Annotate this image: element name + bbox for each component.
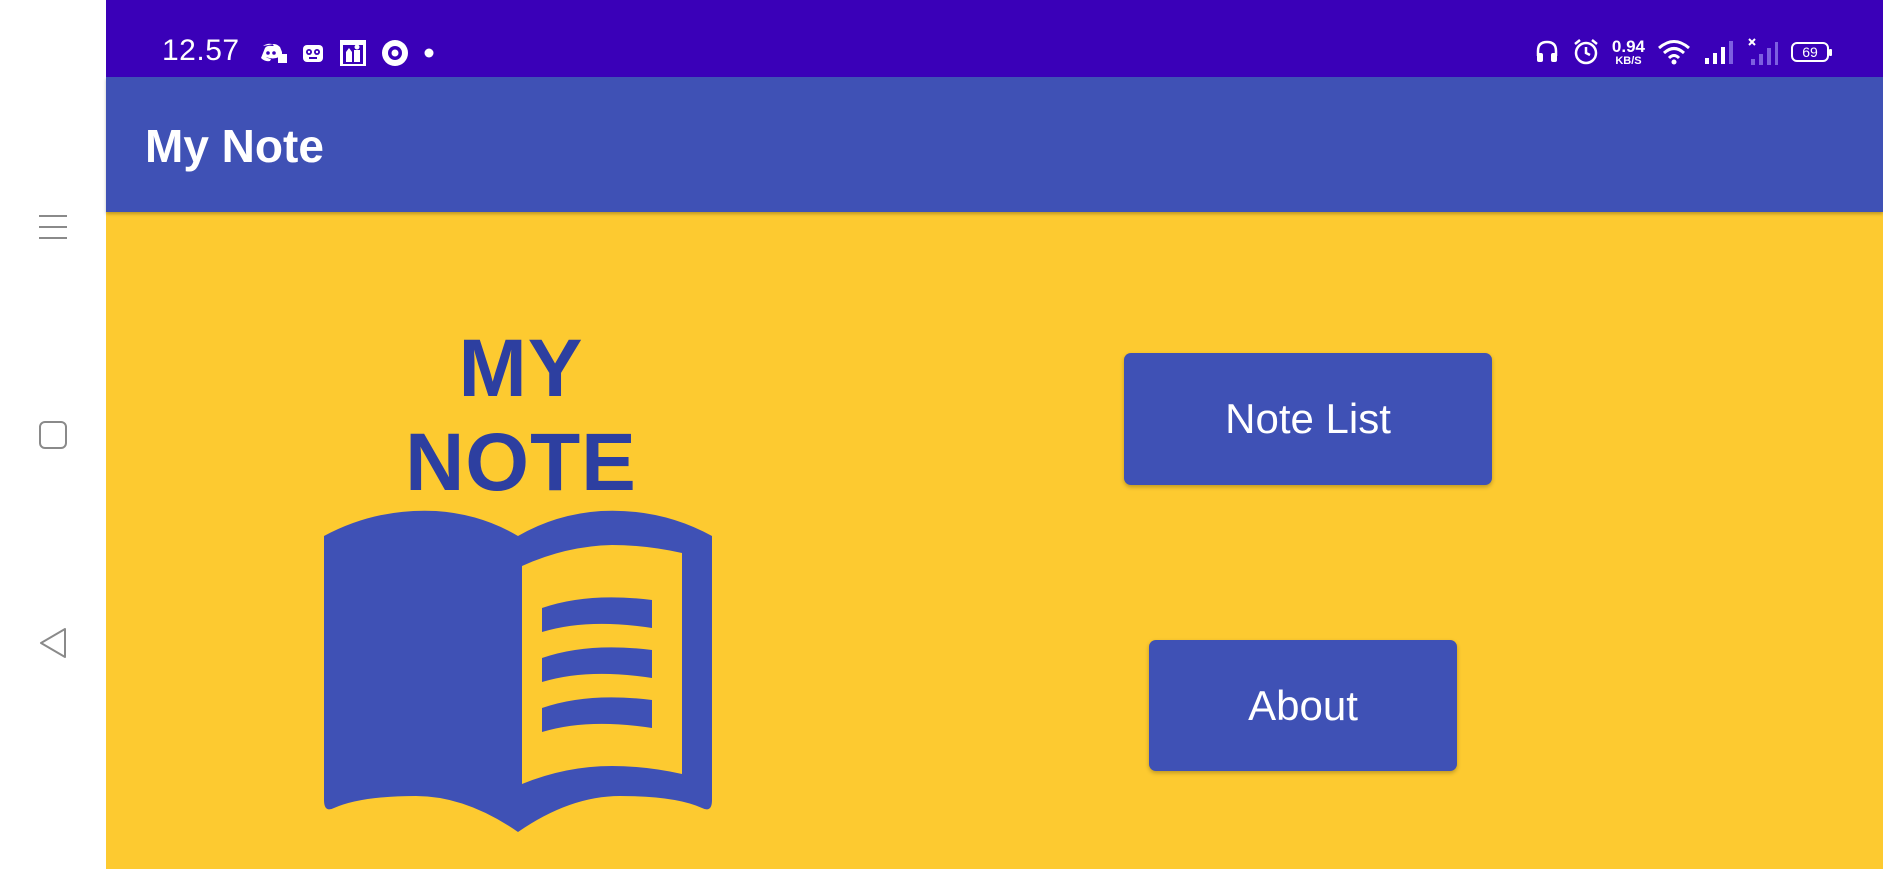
network-speed-value: 0.94 — [1611, 36, 1645, 56]
about-button[interactable]: About — [1149, 640, 1457, 771]
no-signal-icon — [1748, 38, 1778, 65]
game-controller-icon — [303, 45, 323, 62]
battery-level: 69 — [1802, 44, 1818, 60]
system-navigation-bar — [0, 0, 106, 869]
app-bar-title: My Note — [145, 120, 324, 172]
battery-icon: 69 — [1791, 42, 1832, 62]
back-button[interactable] — [33, 623, 73, 663]
headphones-icon — [1536, 40, 1558, 62]
app-bar: My Note — [106, 77, 1883, 212]
hero-title: MY NOTE — [405, 323, 637, 508]
calendar-app-icon — [340, 40, 366, 66]
system-status-icons: 0.94 KB/S 69 — [1534, 37, 1832, 67]
network-speed-unit: KB/S — [1615, 54, 1642, 67]
menu-icon — [39, 215, 67, 239]
notification-dot-icon — [424, 48, 434, 58]
alarm-icon — [1574, 39, 1598, 65]
notification-icons — [258, 38, 436, 68]
network-speed: 0.94 KB/S — [1612, 38, 1645, 67]
app-screen: 12.57 0.94 KB/S 69 My Note MY NOTE Note … — [0, 0, 1883, 869]
status-time: 12.57 — [162, 34, 240, 67]
discord-icon — [261, 43, 287, 63]
recent-apps-button[interactable] — [33, 207, 73, 247]
wifi-icon — [1658, 40, 1690, 65]
status-bar: 12.57 0.94 KB/S 69 — [106, 0, 1883, 77]
signal-icon — [1705, 41, 1733, 64]
target-app-icon — [382, 40, 408, 66]
back-icon — [40, 628, 66, 658]
home-icon — [39, 421, 67, 449]
note-list-button[interactable]: Note List — [1124, 353, 1492, 485]
main-content: MY NOTE Note List About — [106, 212, 1883, 869]
open-book-icon — [324, 510, 712, 832]
home-button[interactable] — [33, 415, 73, 455]
